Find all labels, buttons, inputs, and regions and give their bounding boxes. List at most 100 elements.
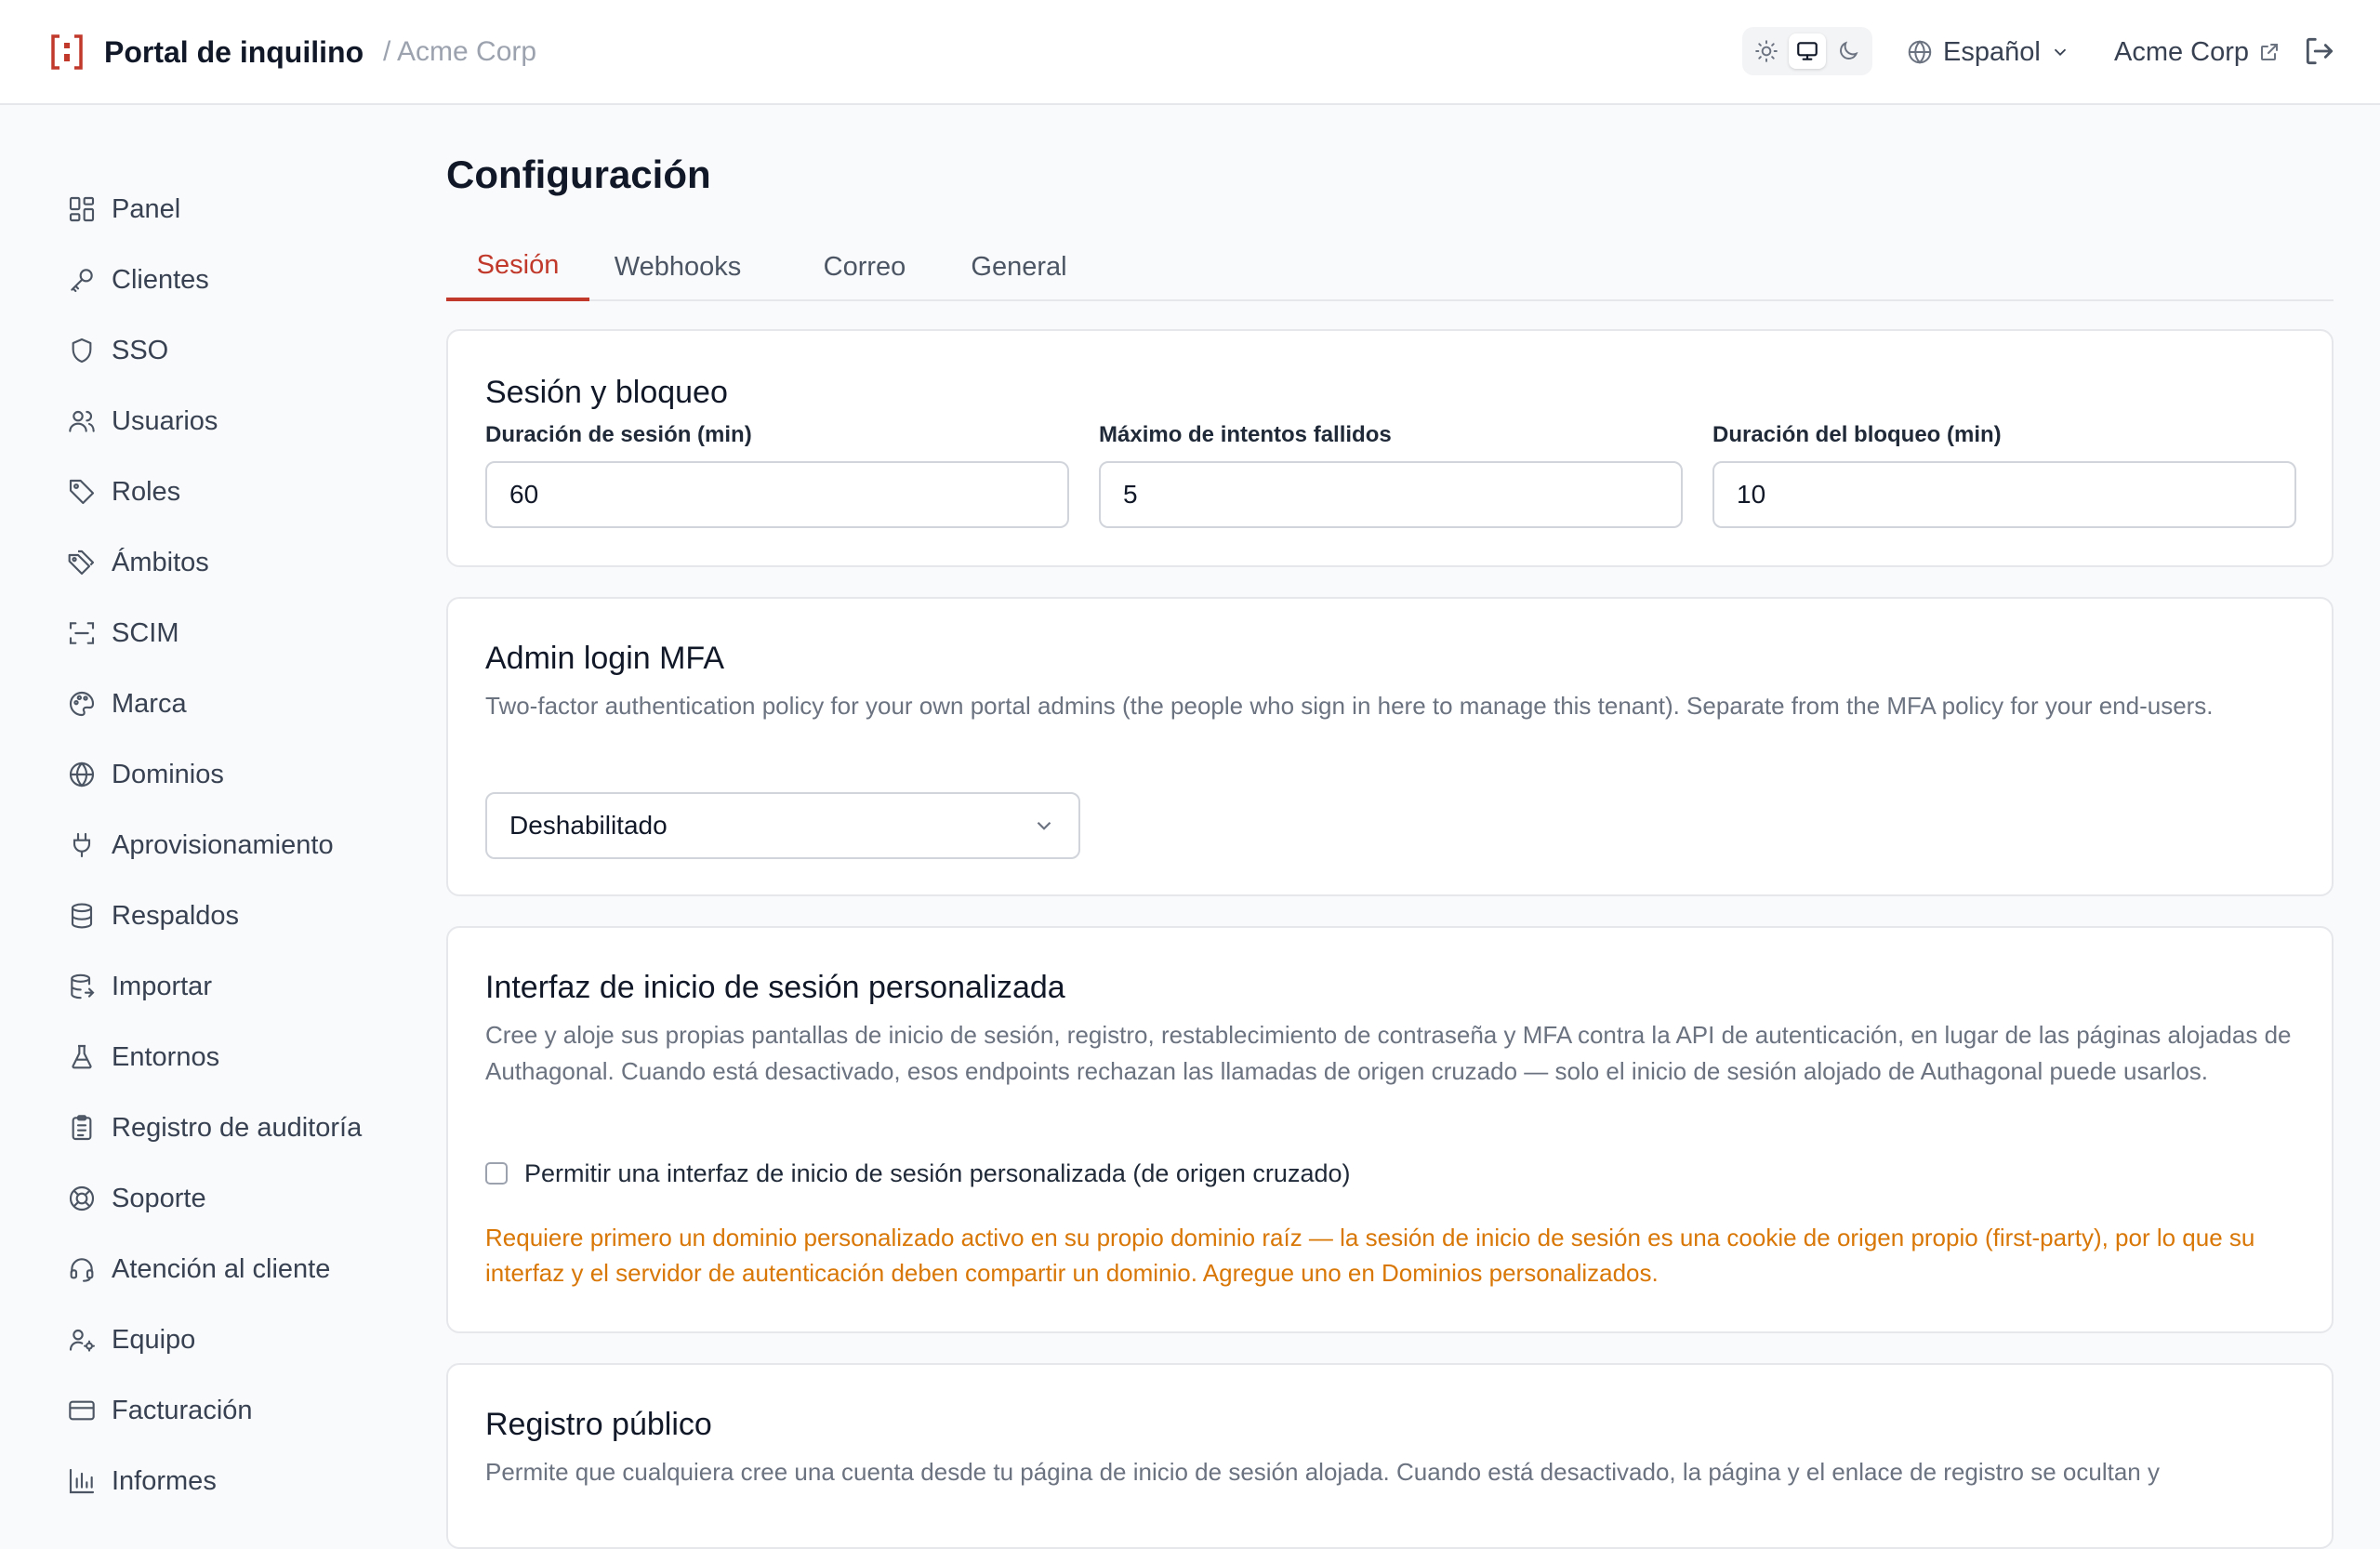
sidebar-item-registro-auditoria[interactable]: Registro de auditoría <box>48 1102 392 1154</box>
admin-mfa-card: Admin login MFA Two-factor authenticatio… <box>446 597 2334 896</box>
tab-sesion[interactable]: Sesión <box>446 232 589 301</box>
sidebar-item-importar[interactable]: Importar <box>48 960 392 1013</box>
chevron-down-icon <box>2054 48 2066 57</box>
sidebar-item-usuarios[interactable]: Usuarios <box>48 395 392 447</box>
sidebar-item-panel[interactable]: Panel <box>48 183 392 235</box>
flask-icon <box>72 1044 92 1069</box>
tags-icon <box>68 549 95 576</box>
credit-card-icon <box>69 1400 95 1421</box>
max-failed-attempts-label: Máximo de intentos fallidos <box>1099 422 1392 447</box>
session-duration-input[interactable]: 60 <box>485 461 1069 528</box>
sidebar-item-label: Marca <box>112 688 187 719</box>
sidebar-item-label: SCIM <box>112 617 179 648</box>
tab-webhooks[interactable]: Webhooks <box>608 232 747 301</box>
mfa-description: Two-factor authentication policy for you… <box>485 692 2214 720</box>
custom-ui-description: Cree y aloje sus propias pantallas de in… <box>485 1021 2292 1085</box>
database-icon <box>71 903 93 929</box>
sidebar-item-label: Panel <box>112 193 181 224</box>
custom-ui-warning: Requiere primero un dominio personalizad… <box>485 1224 2255 1287</box>
brand-logo-icon <box>51 34 83 70</box>
sidebar-item-atencion-cliente[interactable]: Atención al cliente <box>48 1243 392 1295</box>
moon-icon <box>1840 41 1858 60</box>
globe-icon <box>69 761 95 788</box>
sidebar-item-informes[interactable]: Informes <box>48 1455 392 1507</box>
sidebar-item-dominios[interactable]: Dominios <box>48 748 392 801</box>
sidebar-item-label: SSO <box>112 335 169 365</box>
custom-ui-card-title: Interfaz de inicio de sesión personaliza… <box>485 970 1065 1005</box>
custom-login-ui-card: Interfaz de inicio de sesión personaliza… <box>446 926 2334 1333</box>
language-selector[interactable]: Español <box>1906 31 2070 73</box>
sidebar: Panel Clientes SSO Usuarios Roles Ámbito… <box>0 105 409 1496</box>
lifebuoy-icon <box>69 1185 95 1211</box>
sidebar-item-aprovisionamiento[interactable]: Aprovisionamiento <box>48 819 392 871</box>
sidebar-item-ambitos[interactable]: Ámbitos <box>48 536 392 589</box>
sidebar-item-entornos[interactable]: Entornos <box>48 1031 392 1083</box>
sidebar-item-marca[interactable]: Marca <box>48 678 392 730</box>
sidebar-item-label: Equipo <box>112 1324 196 1355</box>
light-theme-button[interactable] <box>1748 33 1785 69</box>
app-title: Portal de inquilino <box>104 35 364 69</box>
bar-chart-icon <box>69 1468 95 1494</box>
sidebar-item-label: Respaldos <box>112 900 240 931</box>
system-theme-button[interactable] <box>1789 33 1826 69</box>
session-lockout-card: Sesión y bloqueo Duración de sesión (min… <box>446 329 2334 567</box>
allow-custom-ui-label[interactable]: Permitir una interfaz de inicio de sesió… <box>524 1156 1350 1191</box>
chevron-down-icon <box>1037 821 1051 830</box>
session-duration-label: Duración de sesión (min) <box>485 422 752 447</box>
registration-description: Permite que cualquiera cree una cuenta d… <box>485 1458 2160 1486</box>
plug-icon <box>73 832 91 858</box>
mfa-policy-value: Deshabilitado <box>509 811 668 840</box>
theme-toggle <box>1742 27 1872 75</box>
sidebar-item-clientes[interactable]: Clientes <box>48 254 392 306</box>
scan-icon <box>69 622 95 644</box>
database-import-icon <box>71 973 95 1000</box>
sidebar-item-label: Registro de auditoría <box>112 1112 363 1143</box>
user-cog-icon <box>69 1329 95 1352</box>
globe-icon <box>1908 40 1932 64</box>
sidebar-item-label: Dominios <box>112 759 224 789</box>
sidebar-item-label: Atención al cliente <box>112 1253 331 1284</box>
sidebar-item-scim[interactable]: SCIM <box>48 607 392 659</box>
sidebar-item-label: Clientes <box>112 264 209 295</box>
dark-theme-button[interactable] <box>1830 33 1867 69</box>
users-icon <box>69 410 95 432</box>
registration-card-title: Registro público <box>485 1407 712 1442</box>
tenant-breadcrumb: / Acme Corp <box>383 36 537 67</box>
clipboard-icon <box>72 1115 92 1141</box>
allow-custom-ui-checkbox[interactable] <box>485 1162 508 1185</box>
max-failed-attempts-input[interactable]: 5 <box>1099 461 1683 528</box>
public-registration-card: Registro público Permite que cualquiera … <box>446 1363 2334 1549</box>
key-icon <box>71 269 93 293</box>
page-title: Configuración <box>446 152 711 196</box>
headset-icon <box>70 1258 94 1282</box>
sidebar-item-roles[interactable]: Roles <box>48 466 392 518</box>
session-card-title: Sesión y bloqueo <box>485 375 728 410</box>
sidebar-item-equipo[interactable]: Equipo <box>48 1314 392 1366</box>
sidebar-item-label: Ámbitos <box>112 547 209 577</box>
top-header: Portal de inquilino / Acme Corp Español <box>0 0 2380 105</box>
palette-icon <box>69 691 95 717</box>
sidebar-item-label: Facturación <box>112 1395 253 1425</box>
lockout-duration-input[interactable]: 10 <box>1712 461 2296 528</box>
sidebar-item-label: Entornos <box>112 1041 220 1072</box>
external-link-icon <box>2261 44 2279 60</box>
sidebar-item-label: Aprovisionamiento <box>112 829 334 860</box>
lockout-duration-label: Duración del bloqueo (min) <box>1712 422 2002 447</box>
sidebar-item-respaldos[interactable]: Respaldos <box>48 890 392 942</box>
shield-icon <box>72 338 92 364</box>
account-label: Acme Corp <box>2114 36 2250 67</box>
sidebar-item-sso[interactable]: SSO <box>48 324 392 377</box>
tab-correo[interactable]: Correo <box>813 232 917 301</box>
sidebar-item-label: Importar <box>112 971 212 1001</box>
sidebar-item-soporte[interactable]: Soporte <box>48 1172 392 1225</box>
sun-icon <box>1755 40 1778 62</box>
tab-general[interactable]: General <box>965 232 1073 301</box>
mfa-policy-select[interactable]: Deshabilitado <box>485 792 1080 859</box>
logout-icon[interactable] <box>2302 33 2337 69</box>
sidebar-item-facturacion[interactable]: Facturación <box>48 1384 392 1436</box>
monitor-icon <box>1797 42 1818 60</box>
account-link[interactable]: Acme Corp <box>2114 31 2281 73</box>
language-label: Español <box>1943 36 2041 67</box>
sidebar-item-label: Informes <box>112 1465 217 1496</box>
mfa-card-title: Admin login MFA <box>485 641 724 676</box>
